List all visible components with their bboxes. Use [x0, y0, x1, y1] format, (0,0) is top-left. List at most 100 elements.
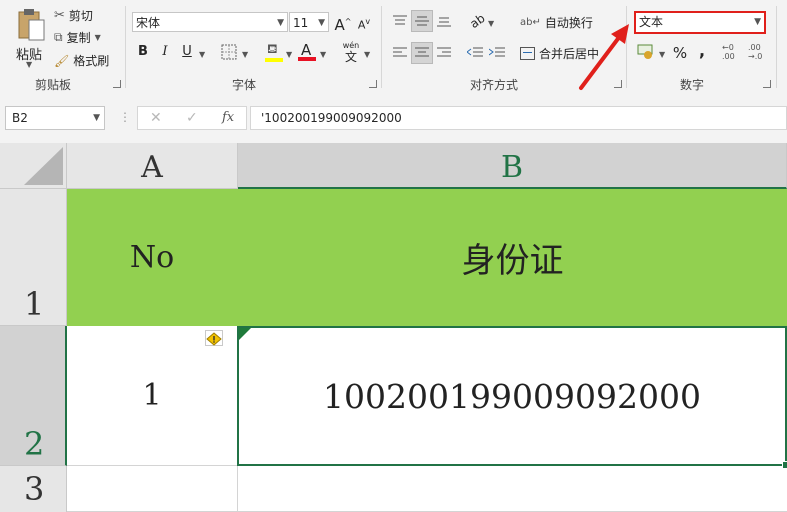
select-all-button[interactable]	[0, 143, 67, 189]
number-format-dropdown[interactable]: 文本 ▼	[634, 11, 766, 34]
cell-b3[interactable]	[238, 466, 787, 512]
row-header-1-label: 1	[24, 285, 45, 323]
cell-a3[interactable]	[67, 466, 238, 512]
fill-color-button[interactable]: ⛾	[265, 42, 283, 62]
row-header-3[interactable]: 3	[0, 466, 67, 512]
orientation-button[interactable]: ab	[466, 10, 488, 32]
align-right-icon	[437, 47, 451, 57]
font-size-dropdown[interactable]: 11 ▼	[289, 12, 329, 32]
copy-dropdown-icon[interactable]: ▼	[95, 33, 101, 42]
cut-button[interactable]: ✂ 剪切	[54, 7, 93, 24]
accounting-dropdown-icon[interactable]: ▼	[659, 50, 665, 59]
chevron-down-icon: ▼	[318, 18, 325, 28]
paste-button[interactable]: 粘贴 ▼	[10, 6, 50, 69]
font-color-button[interactable]: A	[298, 40, 316, 62]
number-dialog-launcher[interactable]	[763, 80, 771, 88]
align-left-button[interactable]	[389, 42, 411, 64]
border-dropdown-icon[interactable]: ▼	[242, 50, 248, 59]
top-align-button[interactable]	[389, 10, 411, 32]
underline-icon: U	[182, 44, 192, 59]
row-header-2-label: 2	[24, 425, 45, 463]
cell-a1[interactable]: No	[67, 189, 238, 326]
cancel-icon[interactable]: ✕	[150, 110, 162, 126]
format-painter-button[interactable]: 🖌 格式刷	[54, 52, 109, 69]
increase-indent-button[interactable]	[486, 42, 508, 64]
row-header-1[interactable]: 1	[0, 189, 67, 326]
row-header-2[interactable]: 2	[0, 326, 67, 466]
column-header-a[interactable]: A	[67, 143, 238, 189]
format-painter-icon: 🖌	[54, 53, 70, 68]
fill-color-dropdown-icon[interactable]: ▼	[286, 50, 292, 59]
grow-font-button[interactable]: A^	[332, 11, 354, 34]
enter-icon[interactable]: ✓	[186, 110, 198, 126]
separator	[381, 6, 382, 88]
clipboard-group-label: 剪贴板	[35, 78, 72, 92]
paste-dropdown-icon[interactable]: ▼	[26, 60, 32, 69]
name-box[interactable]: B2 ▼	[5, 106, 105, 130]
number-group-label: 数字	[680, 78, 705, 92]
decrease-indent-icon	[466, 47, 483, 57]
decrease-indent-button[interactable]	[464, 42, 486, 64]
underline-dropdown-icon[interactable]: ▼	[199, 50, 205, 59]
align-center-button[interactable]	[411, 42, 433, 64]
accounting-format-button[interactable]	[637, 42, 657, 62]
bold-icon: B	[138, 44, 148, 59]
border-icon	[221, 44, 237, 60]
increase-decimal-button[interactable]: ←0.00	[722, 43, 742, 63]
align-bottom-icon	[437, 17, 451, 27]
italic-button[interactable]: I	[154, 41, 176, 63]
align-left-icon	[393, 47, 407, 57]
align-middle-icon	[415, 16, 429, 26]
percent-icon: %	[672, 44, 688, 62]
cell-b2-value: 100200199009092000	[323, 376, 701, 416]
cell-b1[interactable]: 身份证	[238, 189, 787, 326]
phonetic-dropdown-icon[interactable]: ▼	[364, 50, 370, 59]
separator	[776, 6, 777, 88]
clipboard-dialog-launcher[interactable]	[113, 80, 121, 88]
formula-input[interactable]: '100200199009092000	[250, 106, 787, 130]
font-name-dropdown[interactable]: 宋体 ▼	[132, 12, 288, 32]
phonetic-guide-button[interactable]: wén 文	[340, 41, 362, 65]
font-color-swatch	[298, 57, 316, 61]
orientation-dropdown-icon[interactable]: ▼	[488, 19, 494, 28]
number-format-value: 文本	[639, 15, 664, 29]
underline-button[interactable]: U	[176, 41, 198, 63]
decrease-decimal-button[interactable]: .00 →.0	[748, 43, 768, 63]
align-right-button[interactable]	[433, 42, 455, 64]
copy-button[interactable]: ⧉ 复制 ▼	[54, 29, 101, 46]
border-button[interactable]	[221, 44, 237, 60]
grow-font-icon: A	[334, 16, 345, 34]
more-options-icon[interactable]: ⋮	[119, 110, 131, 124]
cell-b2[interactable]: 100200199009092000	[237, 326, 787, 466]
increase-decimal-icon: ←0.00	[722, 43, 735, 61]
scissors-icon: ✂	[54, 8, 65, 23]
fill-color-swatch	[265, 58, 283, 62]
paste-icon	[18, 9, 45, 41]
cut-label: 剪切	[68, 9, 93, 23]
column-header-b-label: B	[500, 150, 524, 185]
warning-diamond-icon	[206, 332, 222, 346]
error-warning-icon[interactable]	[205, 330, 223, 346]
middle-align-button[interactable]	[411, 10, 433, 32]
comma-icon: ,	[698, 41, 706, 60]
chevron-down-icon[interactable]: ▼	[93, 107, 100, 129]
font-dialog-launcher[interactable]	[369, 80, 377, 88]
percent-style-button[interactable]: %	[669, 42, 691, 64]
error-indicator-triangle-icon	[239, 328, 251, 340]
font-name-value: 宋体	[136, 16, 161, 30]
column-header-b[interactable]: B	[238, 143, 787, 189]
shrink-font-button[interactable]: Av	[353, 11, 375, 33]
column-header-a-label: A	[141, 150, 163, 185]
format-painter-label: 格式刷	[73, 54, 110, 68]
bottom-align-button[interactable]	[433, 10, 455, 32]
formula-text: '100200199009092000	[261, 111, 402, 125]
copy-icon: ⧉	[54, 30, 63, 44]
insert-function-icon[interactable]: fx	[222, 110, 234, 125]
merge-center-icon	[520, 47, 535, 60]
comma-style-button[interactable]: ,	[691, 40, 713, 62]
annotation-arrow-icon	[579, 24, 629, 90]
font-color-dropdown-icon[interactable]: ▼	[320, 50, 326, 59]
decrease-decimal-icon: .00 →.0	[748, 43, 763, 61]
accounting-icon	[637, 44, 653, 59]
bold-button[interactable]: B	[132, 41, 154, 63]
